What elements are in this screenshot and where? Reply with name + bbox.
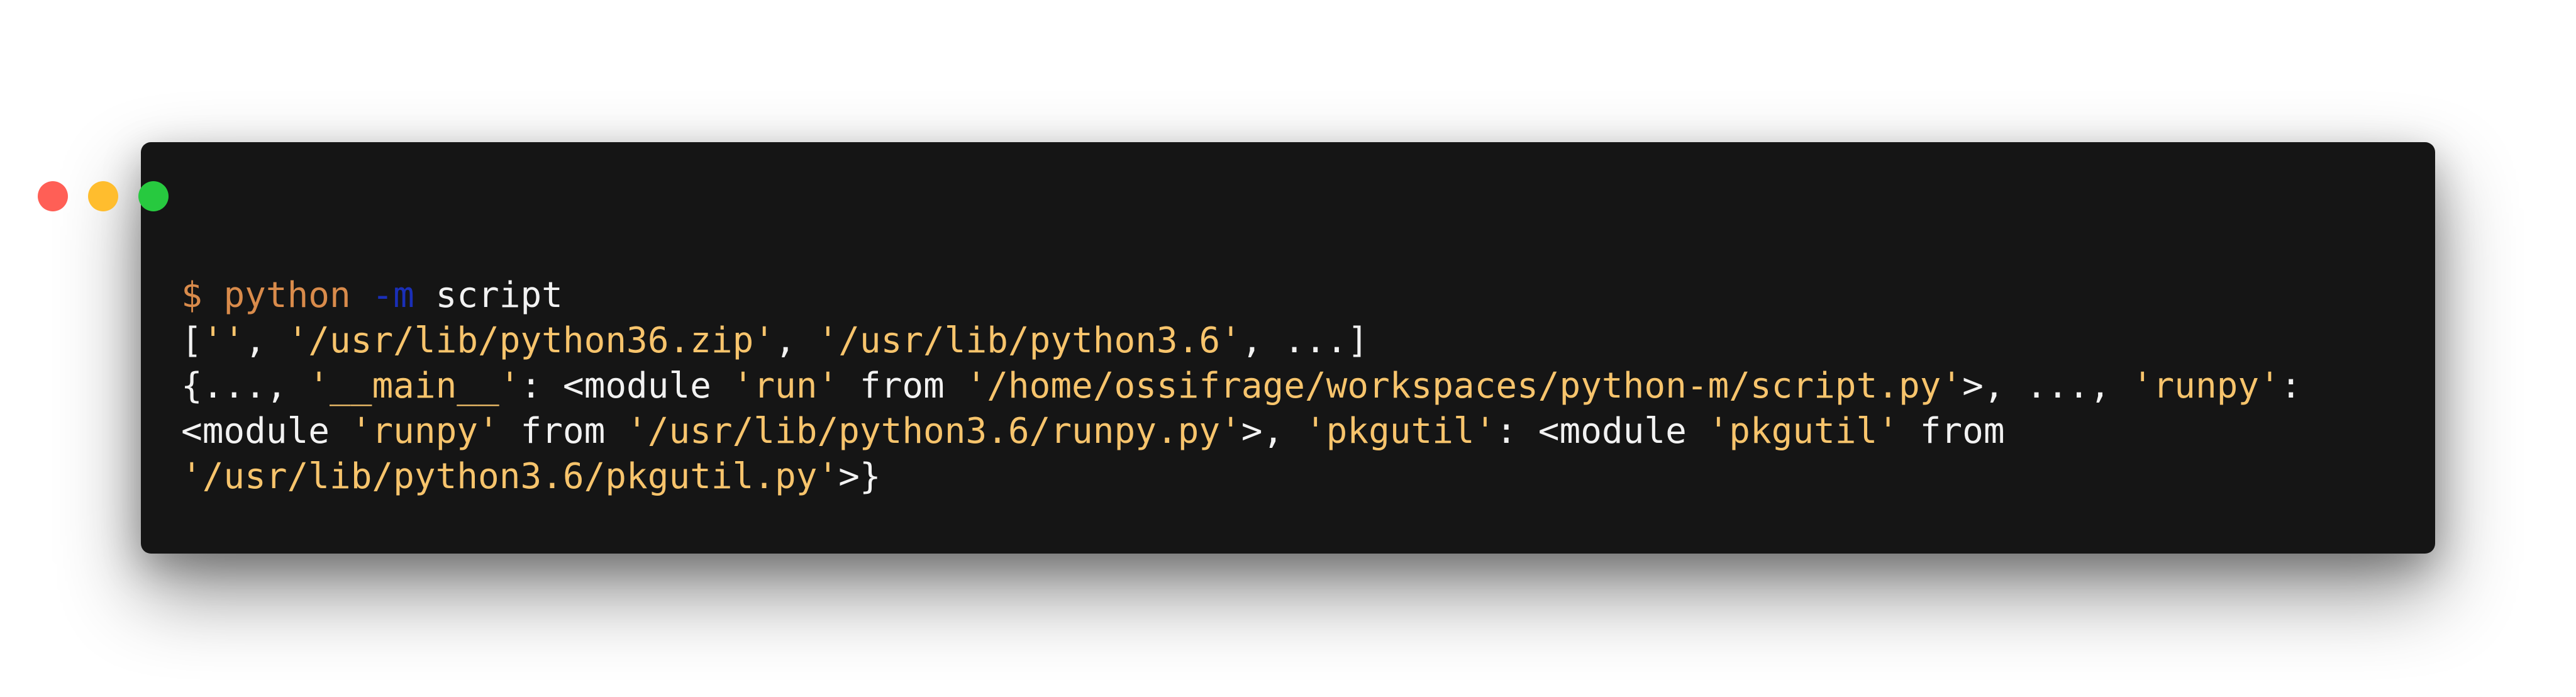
token: '' [202, 320, 245, 361]
token: '/usr/lib/python3.6/runpy.py' [626, 411, 1241, 452]
window-controls [38, 181, 169, 211]
token: 'run' [732, 365, 839, 406]
token: from [499, 411, 627, 452]
token: : [2280, 365, 2302, 406]
token: , ...] [1241, 320, 1369, 361]
token: '/usr/lib/python3.6/pkgutil.py' [181, 456, 839, 497]
token: python [223, 275, 372, 316]
token: : <module [520, 365, 733, 406]
token: [ [181, 320, 203, 361]
token: 'runpy' [350, 411, 499, 452]
token: '/usr/lib/python3.6' [817, 320, 1241, 361]
token: 'pkgutil' [1707, 411, 1899, 452]
minimize-button[interactable] [88, 181, 118, 211]
token: '/home/ossifrage/workspaces/python-m/scr… [965, 365, 1963, 406]
close-button[interactable] [38, 181, 68, 211]
token: >} [838, 456, 881, 497]
code-line-2: ['', '/usr/lib/python36.zip', '/usr/lib/… [181, 318, 2302, 364]
token: >, [1241, 411, 1305, 452]
token: -m [372, 275, 414, 316]
token: , [775, 320, 818, 361]
token: script [414, 275, 563, 316]
token: : <module [1496, 411, 1708, 452]
token: {..., [181, 365, 309, 406]
zoom-button[interactable] [138, 181, 169, 211]
token: , [245, 320, 287, 361]
token: <module [181, 411, 351, 452]
token: from [1898, 411, 2005, 452]
token: '/usr/lib/python36.zip' [287, 320, 775, 361]
code-line-4: <module 'runpy' from '/usr/lib/python3.6… [181, 409, 2302, 454]
token: >, ..., [1962, 365, 2132, 406]
token: 'runpy' [2131, 365, 2280, 406]
token: from [838, 365, 966, 406]
code-line-3: {..., '__main__': <module 'run' from '/h… [181, 364, 2302, 409]
token: $ [181, 275, 224, 316]
code-line-5: '/usr/lib/python3.6/pkgutil.py'>} [181, 454, 2302, 499]
code-line-1: $ python -m script [181, 273, 2302, 318]
token: 'pkgutil' [1304, 411, 1496, 452]
token: '__main__' [308, 365, 521, 406]
terminal-output: $ python -m script ['', '/usr/lib/python3… [181, 273, 2302, 499]
